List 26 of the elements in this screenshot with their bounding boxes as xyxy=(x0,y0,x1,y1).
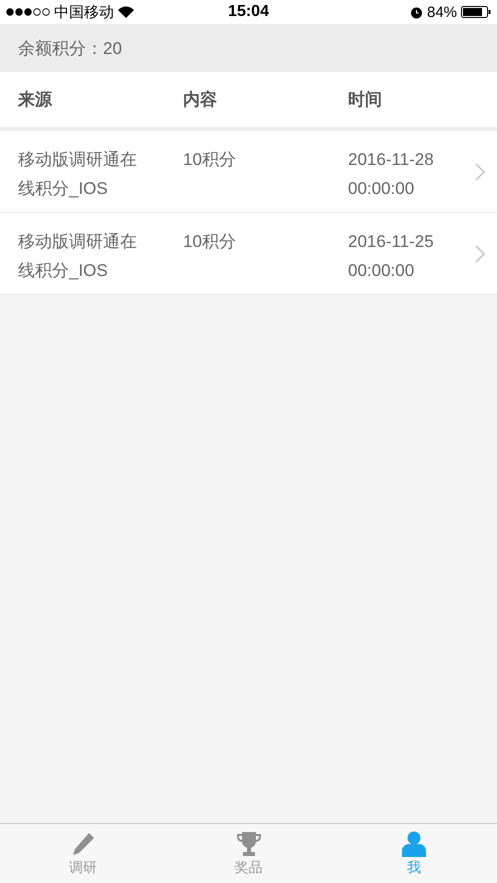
chevron-icon xyxy=(475,162,485,180)
tab-item[interactable]: 我 xyxy=(331,824,497,883)
column-header: 内容 xyxy=(183,89,218,111)
record-row[interactable]: 移动版调研通在线积分_IOS 10积分 2016-11-28 00:00:00 xyxy=(0,131,497,213)
time-cell-text: 2016-11-25 00:00:00 xyxy=(348,231,435,282)
battery-icon xyxy=(461,6,492,18)
tab-item[interactable]: 调研 xyxy=(0,824,166,883)
trophy-icon xyxy=(234,830,262,856)
battery-percent: 84% xyxy=(426,4,458,20)
carrier-name: 中国移动 xyxy=(54,2,114,22)
person-icon xyxy=(402,830,426,856)
time-cell-text: 2016-11-28 00:00:00 xyxy=(348,149,435,200)
chevron-icon xyxy=(475,244,485,262)
tab-item[interactable]: 奖品 xyxy=(166,824,332,883)
column-header: 时间 xyxy=(348,89,383,111)
record-row[interactable]: 移动版调研通在线积分_IOS 10积分 2016-11-25 00:00:00 xyxy=(0,213,497,295)
content-cell-text: 10积分 xyxy=(183,149,237,171)
signal-icon xyxy=(6,8,50,16)
clock-time: 15:04 xyxy=(228,3,269,21)
wifi-icon xyxy=(118,6,134,18)
column-header: 来源 xyxy=(18,89,54,111)
source-cell-text: 移动版调研通在线积分_IOS xyxy=(18,231,138,282)
balance-text: 余额积分：20 xyxy=(18,38,122,60)
source-cell-text: 移动版调研通在线积分_IOS xyxy=(18,149,138,200)
alarm-icon xyxy=(410,6,423,18)
content-cell-text: 10积分 xyxy=(183,231,237,253)
